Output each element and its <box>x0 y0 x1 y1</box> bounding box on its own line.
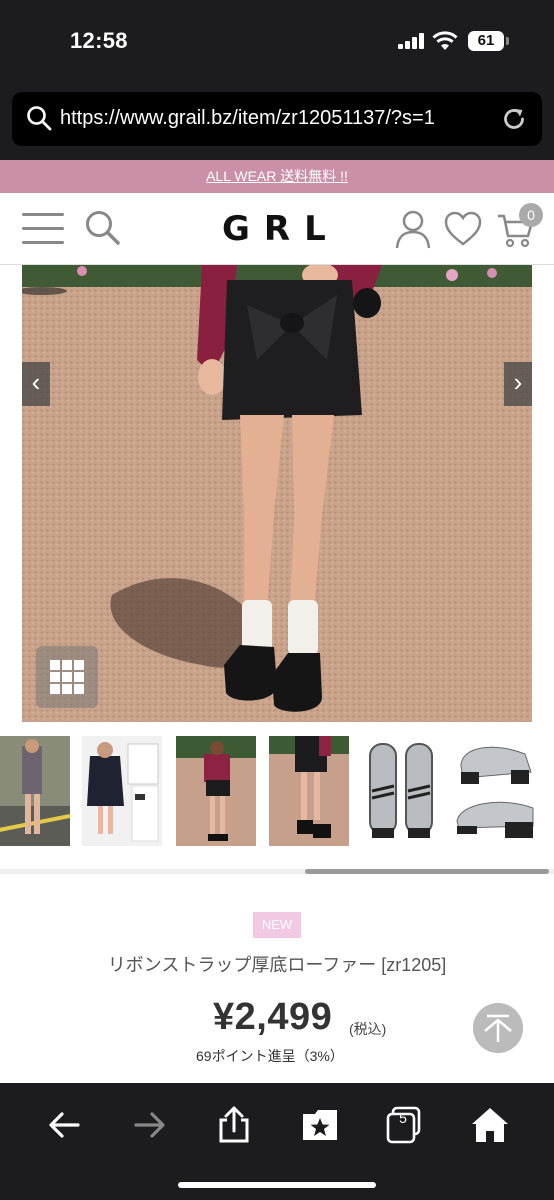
gallery-next-button[interactable]: › <box>504 362 532 406</box>
url-text[interactable]: https://www.grail.bz/item/zr12051137/?s=… <box>60 107 490 130</box>
heart-icon[interactable] <box>444 211 482 247</box>
menu-icon[interactable] <box>22 211 64 247</box>
gallery-prev-button[interactable]: ‹ <box>22 362 50 406</box>
status-time: 12:58 <box>70 28 128 53</box>
share-icon[interactable] <box>214 1105 254 1145</box>
thumbnail-strip <box>0 736 554 846</box>
product-name: リボンストラップ厚底ローファー [zr1205] <box>107 955 447 975</box>
forward-icon[interactable] <box>130 1105 170 1145</box>
home-icon[interactable] <box>470 1105 510 1145</box>
browser-chrome-top: 12:58 61 https://www.grail.bz/item/zr120… <box>0 0 554 160</box>
points-note: 69ポイント進呈（3%） <box>196 1048 344 1064</box>
thumbnail[interactable] <box>176 736 256 846</box>
reload-icon[interactable] <box>500 105 528 133</box>
cart-count-badge: 0 <box>519 203 543 227</box>
thumbnail[interactable] <box>362 736 442 846</box>
cellular-signal-icon <box>398 33 426 49</box>
bookmarks-icon[interactable] <box>300 1105 340 1145</box>
wifi-icon <box>432 31 458 50</box>
tax-note: (税込) <box>349 1021 387 1037</box>
user-icon[interactable] <box>395 209 431 249</box>
home-indicator <box>178 1182 376 1188</box>
promo-link[interactable]: ALL WEAR 送料無料 !! <box>206 168 348 184</box>
new-badge: NEW <box>253 912 301 938</box>
product-price: ¥2,499 <box>213 996 333 1038</box>
product-main-image[interactable] <box>22 265 532 722</box>
site-header: GRL <box>0 193 554 265</box>
search-icon[interactable] <box>84 209 122 247</box>
battery-icon: 61 <box>468 31 509 51</box>
back-icon[interactable] <box>44 1105 84 1145</box>
thumbnail[interactable] <box>0 736 70 846</box>
address-bar[interactable]: https://www.grail.bz/item/zr12051137/?s=… <box>12 92 542 146</box>
scroll-to-top-button[interactable] <box>473 1003 523 1053</box>
model-photo <box>22 265 532 722</box>
thumbnail[interactable] <box>269 736 349 846</box>
site-logo[interactable]: GRL <box>222 209 340 249</box>
promo-banner: ALL WEAR 送料無料 !! <box>0 160 554 193</box>
search-icon <box>27 106 52 131</box>
thumbnail[interactable] <box>455 736 535 846</box>
grid-view-icon[interactable] <box>36 646 98 708</box>
thumbnail[interactable] <box>82 736 162 846</box>
tabs-count: 5 <box>399 1110 407 1126</box>
thumbnail-scrollbar[interactable] <box>305 869 549 874</box>
